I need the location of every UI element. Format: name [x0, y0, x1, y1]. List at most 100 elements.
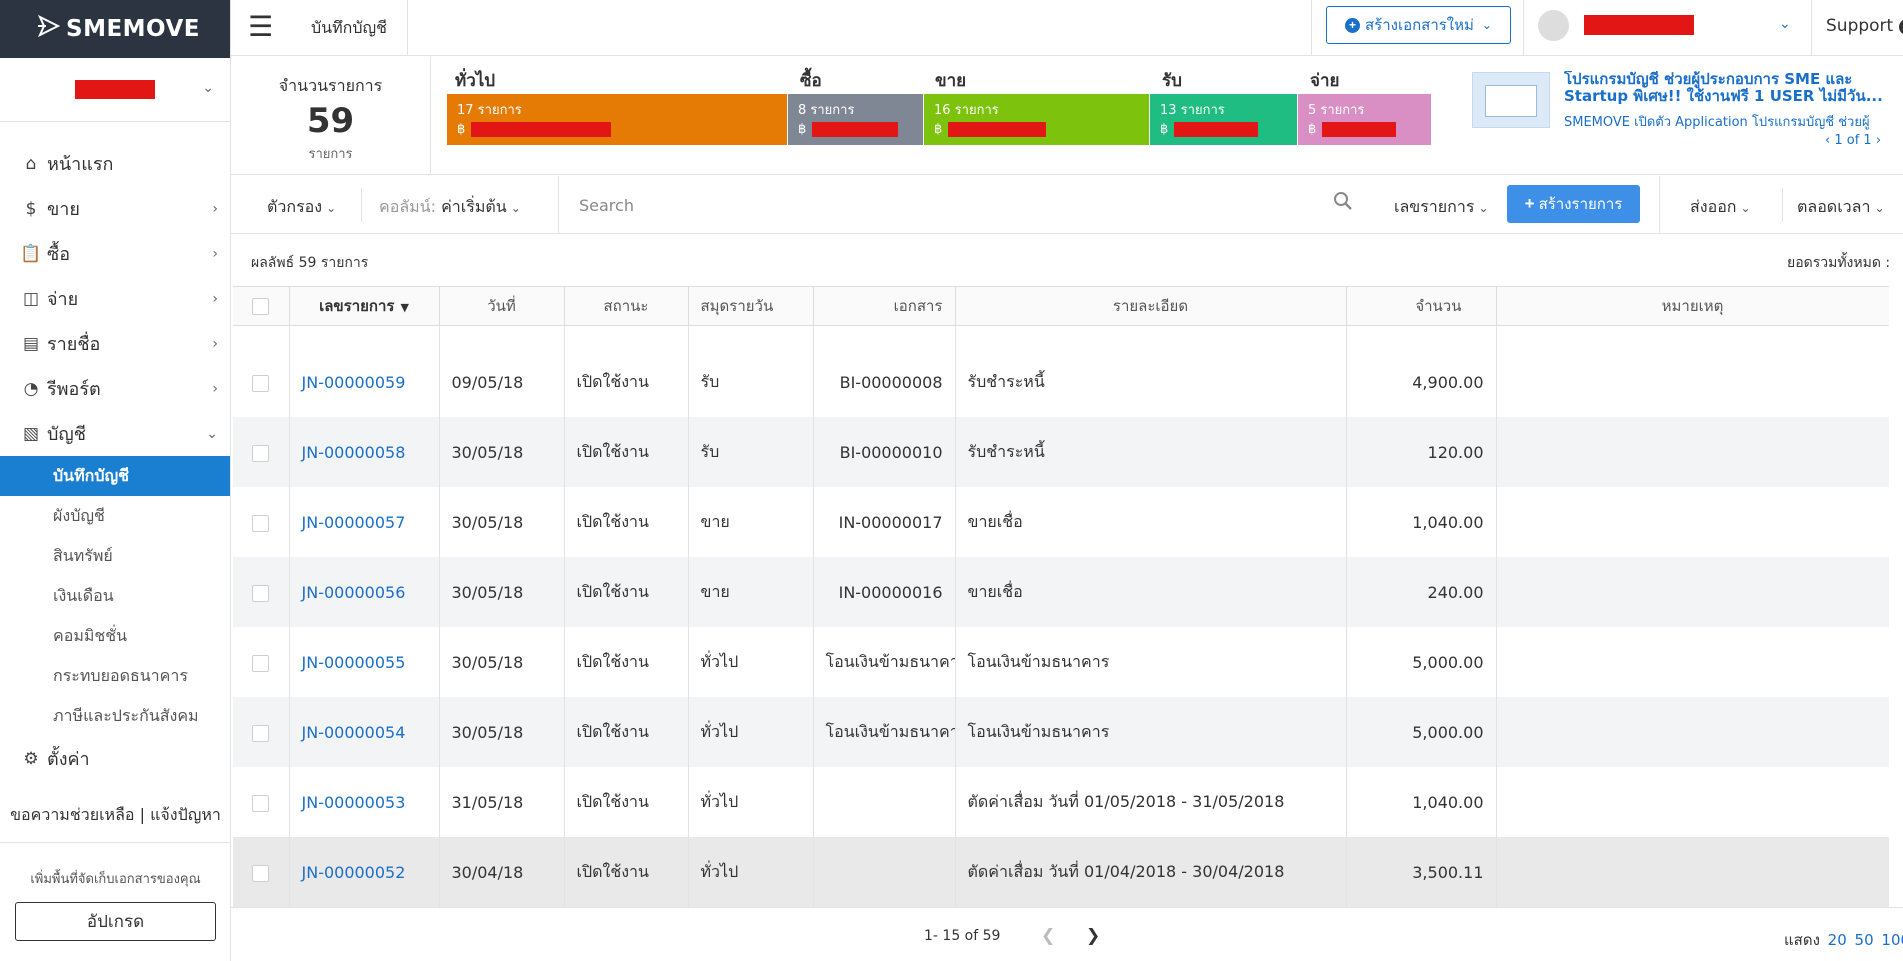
- sidebar-subitem-chart-of-accounts[interactable]: ผังบัญชี: [0, 496, 230, 536]
- cell-journal: ทั่วไป: [688, 767, 814, 837]
- support-link[interactable]: Support ?: [1826, 16, 1903, 36]
- cell-amount: 240.00: [1346, 557, 1497, 627]
- page-size-option[interactable]: 100: [1881, 931, 1903, 949]
- table-row[interactable]: JN-00000055 30/05/18 เปิดใช้งาน ทั่วไป โ…: [233, 627, 1889, 697]
- sidebar-item-label: ขาย: [47, 199, 80, 220]
- sort-dropdown[interactable]: เลขรายการ ⌄: [1394, 195, 1489, 220]
- sidebar-item-contacts[interactable]: ▤ รายชื่อ ›: [0, 321, 230, 366]
- sidebar-item-settings[interactable]: ⚙ ตั้งค่า: [0, 736, 230, 781]
- category-purchase[interactable]: 8 รายการ ฿: [788, 94, 923, 145]
- cell-id-link[interactable]: JN-00000052: [289, 837, 440, 907]
- logo[interactable]: SMEMOVE: [0, 0, 230, 58]
- category-sales[interactable]: 16 รายการ ฿: [924, 94, 1149, 145]
- chevron-right-icon[interactable]: ❯: [1086, 926, 1100, 946]
- sidebar-subitem-bank-reconcile[interactable]: กระทบยอดธนาคาร: [0, 656, 230, 696]
- chevron-down-icon[interactable]: ⌄: [1779, 16, 1791, 32]
- column-header-document[interactable]: เอกสาร: [813, 287, 956, 326]
- column-header-amount[interactable]: จำนวน: [1346, 287, 1497, 326]
- upgrade-button[interactable]: อัปเกรด: [15, 902, 216, 941]
- chevron-left-icon[interactable]: ‹: [1825, 133, 1830, 148]
- column-header-note[interactable]: หมายเหตุ: [1496, 287, 1889, 326]
- cell-id-link[interactable]: JN-00000055: [289, 627, 440, 697]
- sidebar-item-reports[interactable]: ◔ รีพอร์ต ›: [0, 366, 230, 411]
- category-general[interactable]: 17 รายการ ฿: [447, 94, 787, 145]
- cell-id-link[interactable]: JN-00000059: [289, 347, 440, 417]
- table-row[interactable]: JN-00000054 30/05/18 เปิดใช้งาน ทั่วไป โ…: [233, 697, 1889, 767]
- sidebar-subitem-tax[interactable]: ภาษีและประกันสังคม: [0, 696, 230, 736]
- row-checkbox[interactable]: [252, 864, 270, 882]
- row-checkbox[interactable]: [252, 444, 270, 462]
- help-link[interactable]: ขอความช่วยเหลือ: [10, 805, 134, 824]
- search-input[interactable]: [579, 188, 1239, 222]
- promo-title[interactable]: โปรแกรมบัญชี ช่วยผู้ประกอบการ SME และ St…: [1564, 71, 1894, 107]
- column-header-id[interactable]: เลขรายการ ▼: [289, 287, 440, 326]
- logo-arrow-icon: [37, 14, 62, 43]
- avatar[interactable]: [1538, 10, 1569, 41]
- row-checkbox[interactable]: [252, 374, 270, 392]
- dollar-icon: $: [25, 198, 37, 219]
- sidebar-subitem-journal[interactable]: บันทึกบัญชี: [0, 456, 230, 496]
- create-document-button[interactable]: + สร้างเอกสารใหม่ ⌄: [1326, 6, 1511, 44]
- chevron-right-icon: ›: [212, 290, 218, 307]
- spacer-cell: [688, 325, 814, 347]
- cell-amount: 1,040.00: [1346, 767, 1497, 837]
- cell-id-link[interactable]: JN-00000057: [289, 487, 440, 557]
- storage-note: เพิ่มพื้นที่จัดเก็บเอกสารของคุณ: [30, 872, 201, 887]
- row-checkbox[interactable]: [252, 514, 270, 532]
- search-icon[interactable]: [1333, 191, 1353, 215]
- spacer-cell: [1346, 325, 1497, 347]
- category-count: 5 รายการ: [1308, 103, 1365, 118]
- gear-icon: ⚙: [23, 748, 39, 769]
- hamburger-menu-icon[interactable]: ☰: [248, 13, 273, 41]
- period-dropdown[interactable]: ตลอดเวลา ⌄: [1797, 195, 1885, 220]
- page-size-option[interactable]: 50: [1855, 931, 1874, 949]
- select-all-checkbox[interactable]: [252, 297, 270, 315]
- cell-id-link[interactable]: JN-00000058: [289, 417, 440, 487]
- chevron-right-icon[interactable]: ›: [1876, 133, 1881, 148]
- user-name-redacted[interactable]: [1584, 15, 1694, 35]
- divider: [1811, 0, 1812, 56]
- sidebar-item-purchase[interactable]: 📋 ซื้อ ›: [0, 231, 230, 276]
- row-checkbox[interactable]: [252, 584, 270, 602]
- cell-document: [813, 837, 956, 907]
- filter-dropdown[interactable]: ตัวกรอง ⌄: [267, 195, 336, 220]
- row-select-cell: [233, 767, 290, 837]
- sidebar-item-sales[interactable]: $ ขาย ›: [0, 186, 230, 231]
- filter-toolbar: ตัวกรอง⌄ คอลัมน์: ค่าเริ่มต้น⌄ เลขรายการ…: [231, 176, 1903, 234]
- page-size-option[interactable]: 20: [1828, 931, 1847, 949]
- column-header-date[interactable]: วันที่: [439, 287, 565, 326]
- sidebar-item-accounting[interactable]: ▧ บัญชี ⌄: [0, 411, 230, 456]
- column-header-detail[interactable]: รายละเอียด: [955, 287, 1347, 326]
- table-row[interactable]: JN-00000052 30/04/18 เปิดใช้งาน ทั่วไป ต…: [233, 837, 1889, 907]
- table-row[interactable]: JN-00000058 30/05/18 เปิดใช้งาน รับ BI-0…: [233, 417, 1889, 487]
- row-checkbox[interactable]: [252, 724, 270, 742]
- sidebar-item-pay[interactable]: ◫ จ่าย ›: [0, 276, 230, 321]
- row-checkbox[interactable]: [252, 794, 270, 812]
- report-problem-link[interactable]: แจ้งปัญหา: [150, 805, 221, 824]
- cell-journal: ขาย: [688, 487, 814, 557]
- columns-dropdown[interactable]: คอลัมน์: ค่าเริ่มต้น ⌄: [379, 195, 521, 220]
- table-row[interactable]: JN-00000059 09/05/18 เปิดใช้งาน รับ BI-0…: [233, 347, 1889, 417]
- row-checkbox[interactable]: [252, 654, 270, 672]
- sidebar-item-label: จ่าย: [47, 289, 79, 310]
- column-header-status[interactable]: สถานะ: [564, 287, 689, 326]
- column-header-journal[interactable]: สมุดรายวัน: [688, 287, 814, 326]
- table-row[interactable]: JN-00000056 30/05/18 เปิดใช้งาน ขาย IN-0…: [233, 557, 1889, 627]
- sidebar-subitem-assets[interactable]: สินทรัพย์: [0, 536, 230, 576]
- create-entry-button[interactable]: + สร้างรายการ: [1507, 185, 1640, 223]
- table-row[interactable]: JN-00000057 30/05/18 เปิดใช้งาน ขาย IN-0…: [233, 487, 1889, 557]
- table-row[interactable]: JN-00000053 31/05/18 เปิดใช้งาน ทั่วไป ต…: [233, 767, 1889, 837]
- sidebar-item-home[interactable]: ⌂ หน้าแรก: [0, 141, 230, 186]
- category-receive[interactable]: 13 รายการ ฿: [1150, 94, 1297, 145]
- promo-thumbnail[interactable]: [1472, 72, 1550, 128]
- sidebar-subitem-commission[interactable]: คอมมิชชั่น: [0, 616, 230, 656]
- cell-id-link[interactable]: JN-00000053: [289, 767, 440, 837]
- cell-id-link[interactable]: JN-00000054: [289, 697, 440, 767]
- company-selector[interactable]: ⌄: [0, 58, 230, 122]
- category-pay[interactable]: 5 รายการ ฿: [1298, 94, 1431, 145]
- cell-journal: ทั่วไป: [688, 697, 814, 767]
- cell-id-link[interactable]: JN-00000056: [289, 557, 440, 627]
- export-dropdown[interactable]: ส่งออก ⌄: [1690, 195, 1751, 220]
- chevron-left-icon[interactable]: ❮: [1041, 926, 1055, 946]
- sidebar-subitem-payroll[interactable]: เงินเดือน: [0, 576, 230, 616]
